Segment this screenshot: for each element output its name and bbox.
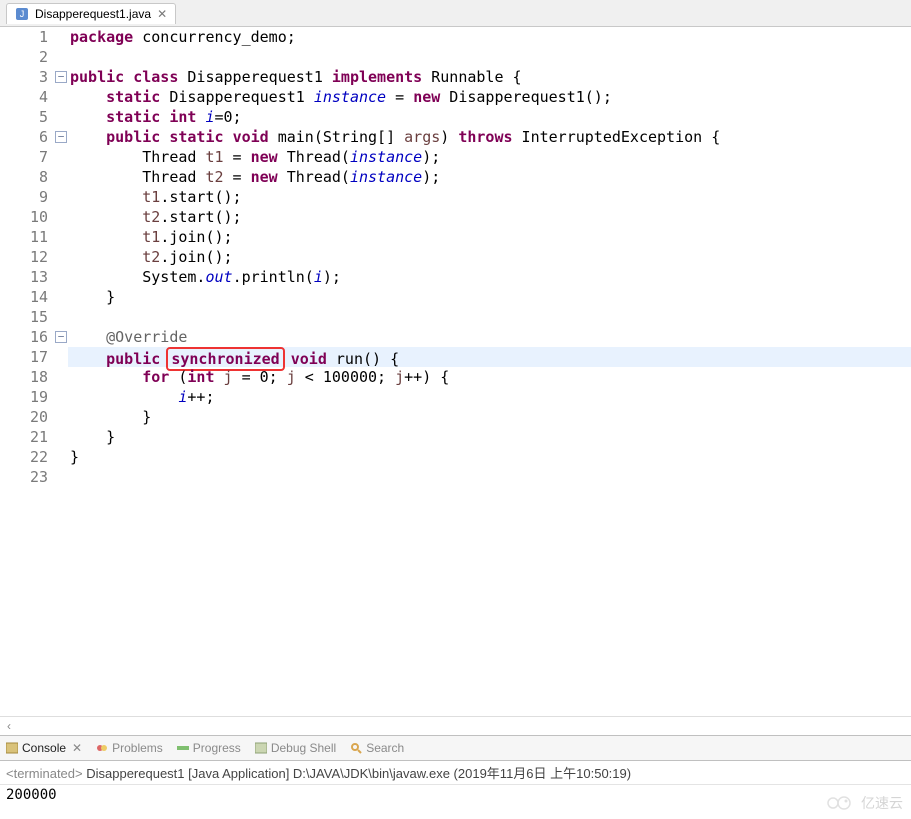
code-line[interactable]: public class Disapperequest1 implements … [68, 67, 911, 87]
code-line[interactable]: } [68, 427, 911, 447]
code-line[interactable]: System.out.println(i); [68, 267, 911, 287]
code-line[interactable]: } [68, 447, 911, 467]
fold-toggle[interactable]: − [55, 131, 67, 143]
line-number: 16 [14, 327, 48, 347]
svg-text:J: J [20, 9, 25, 19]
editor-tab-bar: J Disapperequest1.java ✕ [0, 0, 911, 27]
tab-search[interactable]: Search [350, 741, 404, 755]
line-number: 9 [14, 187, 48, 207]
fold-strip[interactable]: − − − [54, 27, 68, 716]
code-line[interactable]: t2.join(); [68, 247, 911, 267]
tab-console-label: Console [22, 741, 66, 755]
code-line[interactable]: t1.join(); [68, 227, 911, 247]
code-line[interactable]: public synchronized void run() { [68, 347, 911, 367]
breakpoint-strip[interactable] [0, 27, 14, 716]
code-editor[interactable]: 1234567891011121314151617181920212223 −−… [0, 27, 911, 716]
java-file-icon: J [15, 7, 29, 21]
code-line[interactable]: Thread t2 = new Thread(instance); [68, 167, 911, 187]
console-output[interactable]: 200000 [0, 785, 911, 819]
code-line[interactable]: } [68, 407, 911, 427]
tab-progress[interactable]: Progress [177, 741, 241, 755]
code-line[interactable]: @Override [68, 327, 911, 347]
line-number: 2 [14, 47, 48, 67]
code-line[interactable]: static int i=0; [68, 107, 911, 127]
progress-icon [177, 742, 189, 754]
code-line[interactable] [68, 47, 911, 67]
line-number: 21 [14, 427, 48, 447]
search-icon [350, 742, 362, 754]
tab-search-label: Search [366, 741, 404, 755]
horizontal-scrollbar[interactable]: ‹ [0, 716, 911, 735]
bottom-view-tabs: Console ✕ Problems Progress Debug Shell … [0, 735, 911, 761]
code-content[interactable]: package concurrency_demo; public class D… [68, 27, 911, 716]
editor-tab-label: Disapperequest1.java [35, 7, 151, 21]
fold-toggle[interactable]: − [55, 71, 67, 83]
code-line[interactable] [68, 467, 911, 487]
code-line[interactable]: for (int j = 0; j < 100000; j++) { [68, 367, 911, 387]
code-line[interactable]: static Disapperequest1 instance = new Di… [68, 87, 911, 107]
line-number: 4 [14, 87, 48, 107]
line-number: 19 [14, 387, 48, 407]
code-line[interactable]: } [68, 287, 911, 307]
tab-progress-label: Progress [193, 741, 241, 755]
problems-icon [96, 742, 108, 754]
close-tab-icon[interactable]: ✕ [157, 7, 167, 21]
watermark: 亿速云 [827, 793, 903, 813]
watermark-text: 亿速云 [861, 793, 903, 813]
close-console-icon[interactable]: ✕ [72, 741, 82, 755]
launch-description: Disapperequest1 [Java Application] D:\JA… [86, 766, 631, 781]
code-line[interactable]: public static void main(String[] args) t… [68, 127, 911, 147]
code-line[interactable]: t1.start(); [68, 187, 911, 207]
line-number: 14 [14, 287, 48, 307]
line-number: 22 [14, 447, 48, 467]
tab-problems-label: Problems [112, 741, 163, 755]
line-number: 15 [14, 307, 48, 327]
line-number: 1 [14, 27, 48, 47]
line-number: 12 [14, 247, 48, 267]
line-number: 11 [14, 227, 48, 247]
tab-debug-shell[interactable]: Debug Shell [255, 741, 336, 755]
code-line[interactable] [68, 307, 911, 327]
console-run-header: <terminated> Disapperequest1 [Java Appli… [0, 761, 911, 785]
code-line[interactable]: i++; [68, 387, 911, 407]
terminated-status: <terminated> [6, 766, 83, 781]
line-number: 10 [14, 207, 48, 227]
fold-toggle[interactable]: − [55, 331, 67, 343]
line-number-gutter: 1234567891011121314151617181920212223 [14, 27, 54, 716]
line-number: 20 [14, 407, 48, 427]
debug-shell-icon [255, 742, 267, 754]
code-line[interactable]: package concurrency_demo; [68, 27, 911, 47]
line-number: 5 [14, 107, 48, 127]
line-number: 18 [14, 367, 48, 387]
tab-problems[interactable]: Problems [96, 741, 163, 755]
console-icon [6, 742, 18, 754]
scroll-left-icon[interactable]: ‹ [0, 719, 18, 733]
code-line[interactable]: Thread t1 = new Thread(instance); [68, 147, 911, 167]
tab-console[interactable]: Console ✕ [6, 741, 82, 755]
line-number: 17 [14, 347, 48, 367]
line-number: 3 [14, 67, 48, 87]
line-number: 8 [14, 167, 48, 187]
line-number: 7 [14, 147, 48, 167]
line-number: 13 [14, 267, 48, 287]
line-number: 6 [14, 127, 48, 147]
tab-debug-shell-label: Debug Shell [271, 741, 336, 755]
code-line[interactable]: t2.start(); [68, 207, 911, 227]
line-number: 23 [14, 467, 48, 487]
editor-tab[interactable]: J Disapperequest1.java ✕ [6, 3, 176, 24]
